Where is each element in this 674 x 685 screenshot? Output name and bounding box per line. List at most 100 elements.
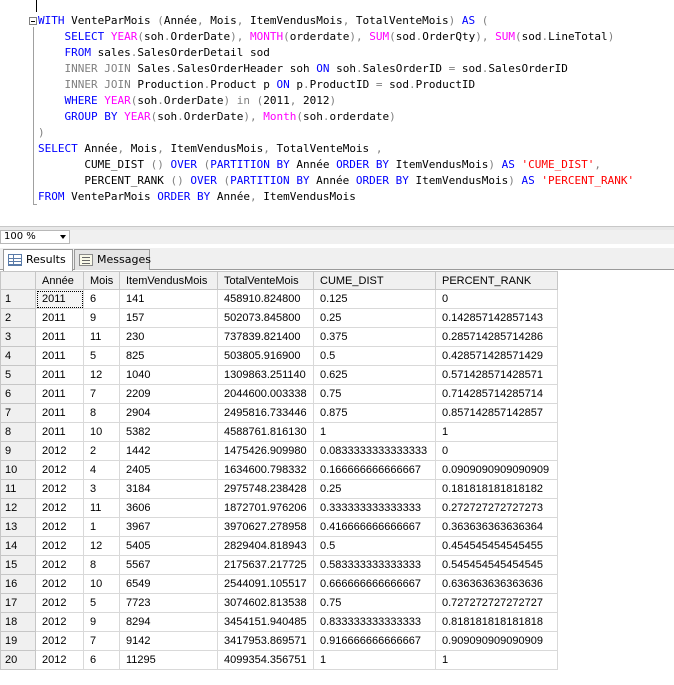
table-cell[interactable]: 0.181818181818182 bbox=[435, 479, 558, 499]
table-cell[interactable]: 8 bbox=[83, 555, 120, 575]
table-cell[interactable]: 2012 bbox=[35, 612, 84, 632]
results-grid[interactable]: Année Mois ItemVendusMois TotalVenteMois CUM… bbox=[0, 271, 674, 685]
table-cell[interactable]: 12 bbox=[83, 536, 120, 556]
table-cell[interactable]: 2904 bbox=[119, 403, 218, 423]
table-cell[interactable]: 2011 bbox=[35, 384, 84, 404]
table-row[interactable]: 8 2011 10 5382 4588761.816130 1 1 bbox=[0, 422, 558, 442]
row-number[interactable]: 13 bbox=[0, 517, 36, 537]
table-cell[interactable]: 3967 bbox=[119, 517, 218, 537]
table-cell[interactable]: 8 bbox=[83, 403, 120, 423]
collapse-toggle-icon[interactable] bbox=[29, 17, 37, 25]
table-cell[interactable]: 6549 bbox=[119, 574, 218, 594]
row-number[interactable]: 9 bbox=[0, 441, 36, 461]
table-row[interactable]: 7 2011 8 2904 2495816.733446 0.875 0.857142857… bbox=[0, 403, 558, 423]
table-cell[interactable]: 3074602.813538 bbox=[217, 593, 314, 613]
table-cell[interactable]: 0.454545454545455 bbox=[435, 536, 558, 556]
table-cell[interactable]: 9 bbox=[83, 308, 120, 328]
table-cell[interactable]: 9 bbox=[83, 612, 120, 632]
table-cell[interactable]: 0.545454545454545 bbox=[435, 555, 558, 575]
table-cell[interactable]: 2011 bbox=[35, 365, 84, 385]
table-cell[interactable]: 230 bbox=[119, 327, 218, 347]
table-cell[interactable]: 0.125 bbox=[313, 289, 436, 309]
table-cell[interactable]: 2011 bbox=[35, 289, 84, 309]
table-row[interactable]: 1 2011 6 141 458910.824800 0.125 0 bbox=[0, 289, 558, 309]
table-row[interactable]: 6 2011 7 2209 2044600.003338 0.75 0.7142857142… bbox=[0, 384, 558, 404]
table-row[interactable]: 17 2012 5 7723 3074602.813538 0.75 0.727272727… bbox=[0, 593, 558, 613]
table-cell[interactable]: 11 bbox=[83, 327, 120, 347]
table-cell[interactable]: 2405 bbox=[119, 460, 218, 480]
table-cell[interactable]: 0.25 bbox=[313, 479, 436, 499]
chevron-down-icon[interactable] bbox=[60, 235, 66, 239]
column-header[interactable]: ItemVendusMois bbox=[119, 271, 218, 290]
row-number[interactable]: 19 bbox=[0, 631, 36, 651]
table-cell[interactable]: 0.0909090909090909 bbox=[435, 460, 558, 480]
table-cell[interactable]: 2012 bbox=[35, 498, 84, 518]
table-cell[interactable]: 2829404.818943 bbox=[217, 536, 314, 556]
table-row[interactable]: 15 2012 8 5567 2175637.217725 0.5833333333333… bbox=[0, 555, 558, 575]
table-cell[interactable]: 11 bbox=[83, 498, 120, 518]
table-cell[interactable]: 4 bbox=[83, 460, 120, 480]
tab-messages[interactable]: Messages bbox=[74, 249, 151, 270]
table-cell[interactable]: 1 bbox=[313, 650, 436, 670]
table-cell[interactable]: 0.363636363636364 bbox=[435, 517, 558, 537]
table-cell[interactable]: 0.727272727272727 bbox=[435, 593, 558, 613]
table-row[interactable]: 11 2012 3 3184 2975748.238428 0.25 0.181818181… bbox=[0, 479, 558, 499]
table-row[interactable]: 10 2012 4 2405 1634600.798332 0.1666666666666… bbox=[0, 460, 558, 480]
table-cell[interactable]: 0.833333333333333 bbox=[313, 612, 436, 632]
row-number-header[interactable] bbox=[0, 271, 36, 290]
table-cell[interactable]: 0.583333333333333 bbox=[313, 555, 436, 575]
table-cell[interactable]: 5382 bbox=[119, 422, 218, 442]
table-cell[interactable]: 3417953.869571 bbox=[217, 631, 314, 651]
table-cell[interactable]: 0.25 bbox=[313, 308, 436, 328]
row-number[interactable]: 7 bbox=[0, 403, 36, 423]
column-header[interactable]: CUME_DIST bbox=[313, 271, 436, 290]
table-row[interactable]: 4 2011 5 825 503805.916900 0.5 0.4285714285714… bbox=[0, 346, 558, 366]
table-row[interactable]: 3 2011 11 230 737839.821400 0.375 0.2857142857… bbox=[0, 327, 558, 347]
table-cell[interactable]: 2012 bbox=[35, 555, 84, 575]
table-cell[interactable]: 1 bbox=[313, 422, 436, 442]
table-cell[interactable]: 0.166666666666667 bbox=[313, 460, 436, 480]
table-cell[interactable]: 2975748.238428 bbox=[217, 479, 314, 499]
table-cell[interactable]: 458910.824800 bbox=[217, 289, 314, 309]
table-row[interactable]: 2 2011 9 157 502073.845800 0.25 0.142857142857… bbox=[0, 308, 558, 328]
row-number[interactable]: 4 bbox=[0, 346, 36, 366]
table-cell[interactable]: 2012 bbox=[35, 650, 84, 670]
table-cell[interactable]: 737839.821400 bbox=[217, 327, 314, 347]
table-row[interactable]: 13 2012 1 3967 3970627.278958 0.4166666666666… bbox=[0, 517, 558, 537]
table-cell[interactable]: 5 bbox=[83, 346, 120, 366]
table-cell[interactable]: 0 bbox=[435, 289, 558, 309]
table-cell[interactable]: 0.416666666666667 bbox=[313, 517, 436, 537]
table-cell[interactable]: 2011 bbox=[35, 327, 84, 347]
table-cell[interactable]: 1040 bbox=[119, 365, 218, 385]
table-cell[interactable]: 0.75 bbox=[313, 384, 436, 404]
row-number[interactable]: 10 bbox=[0, 460, 36, 480]
table-cell[interactable]: 141 bbox=[119, 289, 218, 309]
table-row[interactable]: 12 2012 11 3606 1872701.976206 0.333333333333… bbox=[0, 498, 558, 518]
table-cell[interactable]: 3606 bbox=[119, 498, 218, 518]
table-cell[interactable]: 3184 bbox=[119, 479, 218, 499]
table-cell[interactable]: 2012 bbox=[35, 441, 84, 461]
table-cell[interactable]: 2011 bbox=[35, 308, 84, 328]
sql-editor[interactable]: WITH VenteParMois (Année, Mois, ItemVend… bbox=[0, 0, 674, 226]
table-cell[interactable]: 2011 bbox=[35, 346, 84, 366]
table-cell[interactable]: 1442 bbox=[119, 441, 218, 461]
table-cell[interactable]: 157 bbox=[119, 308, 218, 328]
table-cell[interactable]: 4099354.356751 bbox=[217, 650, 314, 670]
table-cell[interactable]: 0.5 bbox=[313, 346, 436, 366]
table-cell[interactable]: 7 bbox=[83, 631, 120, 651]
table-cell[interactable]: 0.818181818181818 bbox=[435, 612, 558, 632]
sql-code[interactable]: WITH VenteParMois (Année, Mois, ItemVend… bbox=[38, 13, 634, 205]
table-cell[interactable]: 2044600.003338 bbox=[217, 384, 314, 404]
table-cell[interactable]: 0.625 bbox=[313, 365, 436, 385]
row-number[interactable]: 5 bbox=[0, 365, 36, 385]
table-cell[interactable]: 4588761.816130 bbox=[217, 422, 314, 442]
row-number[interactable]: 15 bbox=[0, 555, 36, 575]
table-cell[interactable]: 1309863.251140 bbox=[217, 365, 314, 385]
table-cell[interactable]: 0.142857142857143 bbox=[435, 308, 558, 328]
table-cell[interactable]: 3 bbox=[83, 479, 120, 499]
table-cell[interactable]: 0.714285714285714 bbox=[435, 384, 558, 404]
table-cell[interactable]: 5567 bbox=[119, 555, 218, 575]
table-cell[interactable]: 0.909090909090909 bbox=[435, 631, 558, 651]
table-cell[interactable]: 2012 bbox=[35, 536, 84, 556]
table-cell[interactable]: 2012 bbox=[35, 517, 84, 537]
